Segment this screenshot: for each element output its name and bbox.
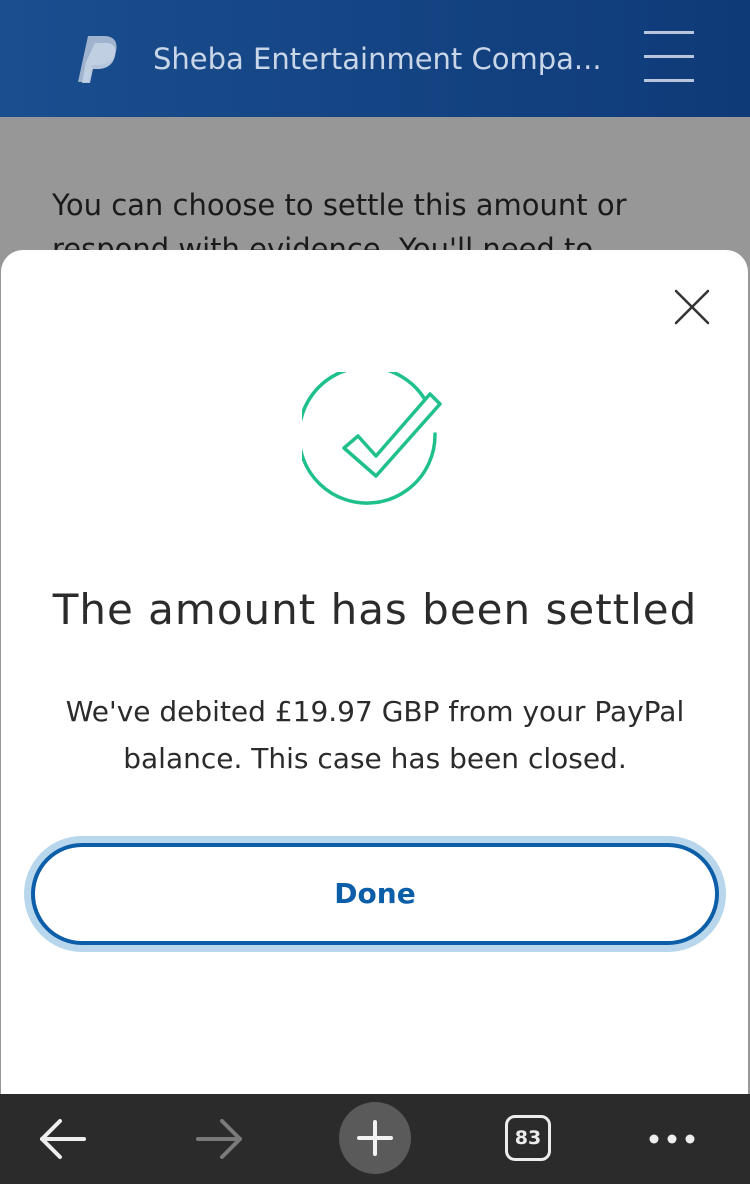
browser-toolbar: 83 bbox=[0, 1094, 750, 1184]
paypal-logo bbox=[78, 36, 117, 83]
modal-message: We've debited £19.97 GBP from your PayPa… bbox=[65, 695, 685, 775]
modal-title: The amount has been settled bbox=[52, 585, 698, 634]
close-icon[interactable] bbox=[670, 283, 714, 331]
arrow-left-icon[interactable] bbox=[34, 1094, 92, 1184]
check-circle-icon bbox=[302, 372, 442, 505]
new-tab-button[interactable] bbox=[339, 1102, 411, 1174]
app-header: Sheba Entertainment Compa... bbox=[0, 0, 750, 117]
merchant-title: Sheba Entertainment Compa... bbox=[153, 42, 602, 76]
plus-icon bbox=[357, 1120, 393, 1156]
tab-count-button[interactable]: 83 bbox=[505, 1115, 551, 1161]
done-button[interactable]: Done bbox=[31, 843, 719, 945]
arrow-right-icon[interactable] bbox=[190, 1094, 248, 1184]
hamburger-menu-icon[interactable] bbox=[640, 28, 698, 86]
more-dots-icon[interactable] bbox=[644, 1094, 700, 1184]
